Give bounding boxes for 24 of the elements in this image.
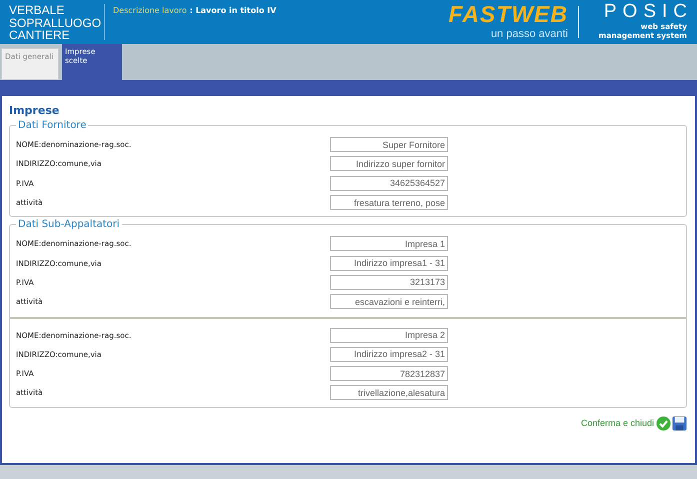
input-field[interactable]: 782312837 — [330, 366, 448, 382]
job-value: : Lavoro in titolo IV — [190, 6, 276, 15]
input-field[interactable]: escavazioni e reinterri, — [330, 294, 448, 310]
input-field[interactable]: Indirizzo impresa2 - 31 — [330, 346, 448, 362]
panel-legend: Dati Fornitore — [16, 120, 88, 131]
input-field[interactable]: Indirizzo impresa1 - 31 — [330, 256, 448, 271]
input-field[interactable]: Super Fornitore — [330, 137, 448, 152]
input-field[interactable]: 34625364527 — [330, 176, 448, 191]
input-field[interactable]: 3213173 — [330, 274, 448, 290]
save-icon[interactable] — [672, 416, 687, 431]
check-icon[interactable] — [656, 416, 671, 431]
panel-legend: Dati Sub-Appaltatori — [16, 219, 122, 230]
confirm-link[interactable]: Conferma e chiudi — [580, 418, 655, 428]
input-field[interactable]: Indirizzo super fornitor — [330, 156, 448, 172]
input-field[interactable]: fresatura terreno, pose — [330, 195, 448, 210]
brand-logo: FASTWEB — [448, 2, 568, 26]
product-logo: POSIC — [604, 2, 693, 22]
input-field[interactable]: trivellazione,alesatura — [330, 385, 448, 400]
section-title: Imprese — [9, 104, 60, 117]
input-field[interactable]: Impresa 1 — [330, 236, 448, 252]
input-field[interactable]: Impresa 2 — [330, 328, 448, 343]
job-label: Descrizione lavoro — [113, 6, 187, 15]
page-title: VERBALE SOPRALLUOGO CANTIERE — [8, 2, 102, 44]
brand-tagline: un passo avanti — [490, 28, 568, 40]
